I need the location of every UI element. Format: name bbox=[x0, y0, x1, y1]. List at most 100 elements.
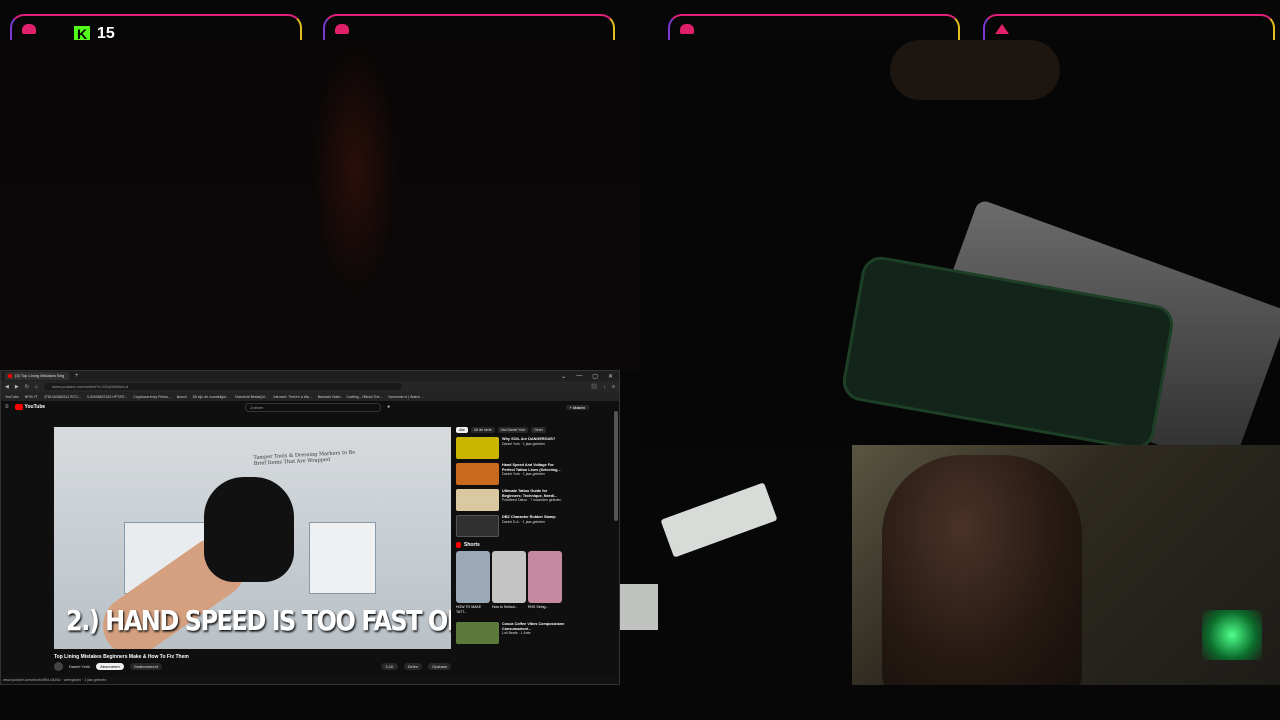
reload-icon[interactable]: ↻ bbox=[25, 384, 29, 390]
shorts-heading: Shorts bbox=[456, 542, 566, 548]
youtube-header: ≡ YouTube Zoeken ● + Maken bbox=[1, 401, 619, 413]
home-icon[interactable]: ⌂ bbox=[35, 384, 38, 390]
save-button[interactable]: Opslaan bbox=[428, 663, 451, 670]
recommendation-thumbnail bbox=[456, 489, 499, 511]
recommendation-title: Ultimate Tattoo Guide for Beginners: Tec… bbox=[502, 489, 558, 498]
recommendation-item[interactable]: Why SOIL Are DANGEROUS? Daniel York · 1 j… bbox=[456, 437, 566, 459]
browser-window: (3) Top Lining Mistakes Beg + ⌄ — ▢ ✕ ◀ … bbox=[0, 370, 620, 685]
overlay-bar-4 bbox=[983, 14, 1275, 40]
microphone-icon[interactable]: ● bbox=[387, 404, 390, 410]
bookmark[interactable]: YouTube bbox=[5, 395, 19, 399]
download-icon[interactable]: ↓ bbox=[604, 384, 607, 390]
light-glow bbox=[310, 40, 400, 300]
filter-chips: Alle Uit de serie Van Daniel York Gerel bbox=[456, 427, 566, 433]
recommendation-meta: Daniel York · 1 jaar geleden bbox=[502, 472, 546, 476]
chip-series[interactable]: Uit de serie bbox=[470, 427, 495, 433]
recommendation-title: Why SOIL Are DANGEROUS? bbox=[502, 437, 556, 441]
video-meta-row: Daniel Yorik Abonneren Geabonneerd 3,1K … bbox=[54, 662, 451, 671]
bookmark[interactable]: 0,00006627432 HPT/BT... bbox=[87, 395, 127, 399]
extension-icon[interactable]: ⬛ bbox=[591, 384, 597, 390]
subscribed-button[interactable]: Geabonneerd bbox=[129, 663, 163, 670]
address-input[interactable]: www.youtube.com/watch?v=CDqhNb0mLA bbox=[43, 383, 402, 390]
bookmark[interactable]: Normonie.nl | Watch ... bbox=[388, 395, 423, 399]
share-button[interactable]: Delen bbox=[403, 663, 423, 670]
maximize-button[interactable]: ▢ bbox=[592, 373, 598, 380]
status-bar: www.youtube.com/shorts/f8h1LfsZNc · weer… bbox=[1, 676, 619, 684]
video-player[interactable]: Tamper Tools & Dressing Markers to Be Br… bbox=[54, 427, 451, 649]
overlay-bar-3 bbox=[668, 14, 960, 40]
recommendations-sidebar: Alle Uit de serie Van Daniel York Gerel … bbox=[456, 427, 566, 644]
bookmark[interactable]: Dit zijn de voordeligst... bbox=[193, 395, 229, 399]
recommendation-meta: Pointfeed Tattoo · 7 maanden geleden bbox=[502, 498, 562, 502]
subscribe-button[interactable]: Abonneren bbox=[96, 663, 124, 670]
chip-channel[interactable]: Van Daniel York bbox=[497, 427, 529, 433]
alert-icon bbox=[995, 24, 1009, 34]
short-thumbnail bbox=[456, 551, 490, 603]
bookmark[interactable]: Crafting - Official The... bbox=[346, 395, 382, 399]
chat-icon bbox=[22, 24, 36, 34]
bookmark[interactable]: Overzicht Bestel(Al... bbox=[235, 395, 268, 399]
scrollbar[interactable] bbox=[614, 411, 618, 521]
tab-strip: (3) Top Lining Mistakes Beg + ⌄ — ▢ ✕ bbox=[1, 371, 619, 381]
short-label: HOW TO MAKE TATT... bbox=[456, 605, 482, 614]
recommendation-item[interactable]: Ultimate Tattoo Guide for Beginners: Tec… bbox=[456, 489, 566, 511]
recommendation-meta: Daniel York · 1 jaar geleden bbox=[502, 441, 546, 446]
forward-icon[interactable]: ▶ bbox=[15, 384, 19, 390]
youtube-logo[interactable]: YouTube bbox=[14, 404, 45, 410]
overlay-bar-2 bbox=[323, 14, 615, 40]
short-thumbnail bbox=[528, 551, 562, 603]
youtube-play-icon bbox=[14, 404, 23, 410]
bookmark[interactable]: NPM YT bbox=[25, 395, 38, 399]
recommendation-title: DBZ Character Rubber Stamp bbox=[502, 515, 556, 519]
bookmark[interactable]: Cryptocurrency Prices... bbox=[133, 395, 170, 399]
bookmark[interactable]: 3781430465312 BTC/... bbox=[44, 395, 81, 399]
new-tab-button[interactable]: + bbox=[75, 373, 79, 379]
camera-feed-left bbox=[0, 40, 640, 370]
needle-package bbox=[660, 482, 778, 558]
minimize-button[interactable]: — bbox=[576, 373, 582, 380]
bookmark[interactable]: Introvert: There's a Wa... bbox=[274, 395, 312, 399]
short-item[interactable]: RHS String... bbox=[528, 551, 562, 614]
recommendation-thumbnail bbox=[456, 622, 499, 644]
recommendation-thumbnail bbox=[456, 437, 499, 459]
recommendation-thumbnail bbox=[456, 515, 499, 537]
like-button[interactable]: 3,1K bbox=[381, 663, 398, 670]
short-thumbnail bbox=[492, 551, 526, 603]
recommendation-item[interactable]: DBZ Character Rubber Stamp Daniel D.A. · … bbox=[456, 515, 566, 537]
viewer-icon bbox=[335, 24, 349, 34]
green-lamp bbox=[1202, 610, 1262, 660]
chip-all[interactable]: Alle bbox=[456, 427, 468, 433]
short-item[interactable]: HOW TO MAKE TATT... bbox=[456, 551, 490, 614]
overlay-bar-1 bbox=[10, 14, 302, 40]
recommendation-title: Cosca Coffee Vibes Composizione Consumaz… bbox=[502, 622, 565, 631]
chip-related[interactable]: Gerel bbox=[531, 427, 546, 433]
menu-icon[interactable]: ≡ bbox=[612, 384, 615, 390]
shorts-row: HOW TO MAKE TATT... How to Sellout... RH… bbox=[456, 551, 566, 614]
video-title: Top Lining Mistakes Beginners Make & How… bbox=[54, 654, 189, 660]
create-button[interactable]: + Maken bbox=[565, 404, 589, 410]
recommendation-item[interactable]: Hand Speed And Voltage For Perfect Tatto… bbox=[456, 463, 566, 485]
bookmark[interactable]: kkwoh bbox=[177, 395, 187, 399]
recommendation-title: Hand Speed And Voltage For Perfect Tatto… bbox=[502, 463, 561, 472]
bookmark[interactable]: Bannaid Video bbox=[318, 395, 341, 399]
hamburger-icon[interactable]: ≡ bbox=[5, 404, 9, 410]
webcam-feed bbox=[852, 445, 1280, 685]
follower-icon bbox=[680, 24, 694, 34]
video-caption: 2.) HAND SPEED IS TOO FAST OR TOO SLOW bbox=[66, 604, 451, 638]
channel-avatar[interactable] bbox=[54, 662, 63, 671]
channel-name[interactable]: Daniel Yorik bbox=[69, 664, 90, 669]
paper-scrap bbox=[620, 584, 658, 630]
shorts-title: Shorts bbox=[464, 542, 480, 548]
search-input[interactable]: Zoeken bbox=[245, 402, 382, 412]
close-button[interactable]: ✕ bbox=[608, 373, 613, 380]
tab-list-button[interactable]: ⌄ bbox=[561, 373, 566, 380]
recommendation-thumbnail bbox=[456, 463, 499, 485]
recommendation-item[interactable]: Cosca Coffee Vibes Composizione Consumaz… bbox=[456, 622, 566, 644]
streamer bbox=[882, 455, 1082, 685]
short-item[interactable]: How to Sellout... bbox=[492, 551, 526, 614]
window-controls: ⌄ — ▢ ✕ bbox=[561, 373, 613, 380]
back-icon[interactable]: ◀ bbox=[5, 384, 9, 390]
recommendation-meta: Lofi Beats · 1 Ante bbox=[502, 631, 531, 635]
tab-youtube[interactable]: (3) Top Lining Mistakes Beg bbox=[5, 372, 69, 380]
recommendation-meta: Daniel D.A. · 1 jaar geleden bbox=[502, 519, 545, 524]
